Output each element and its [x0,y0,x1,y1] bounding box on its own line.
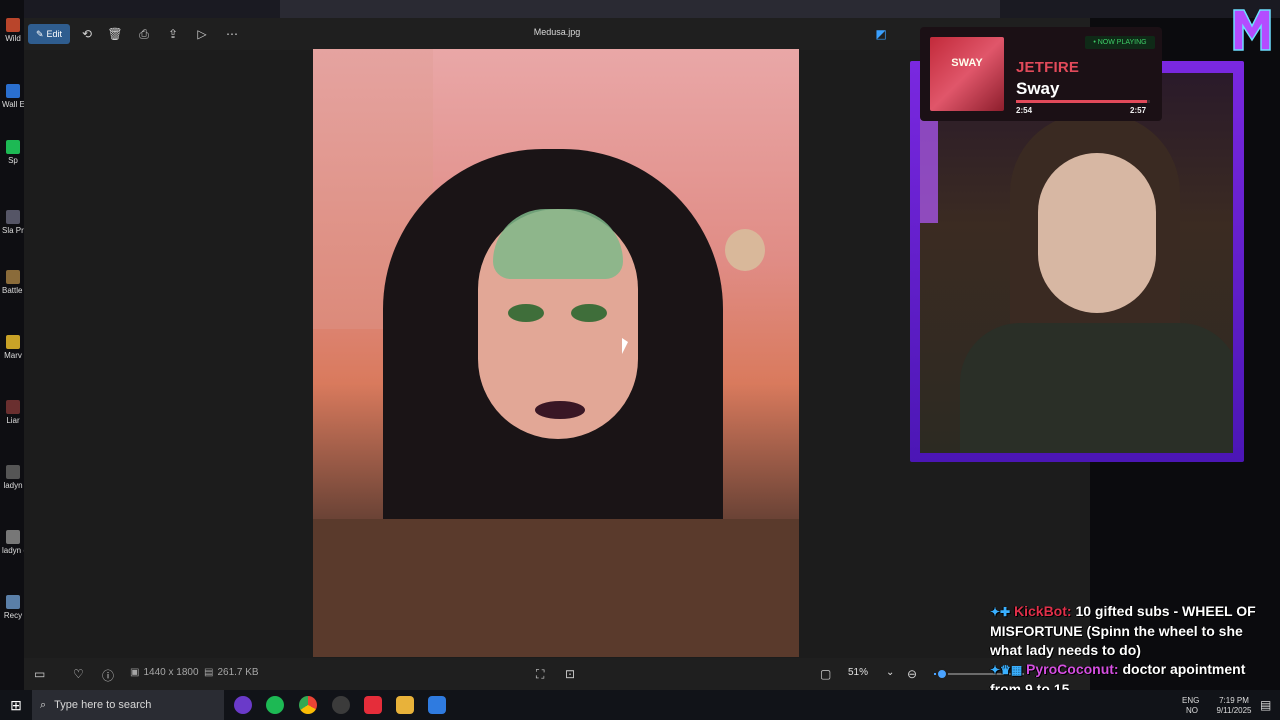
chat-username: PyroCoconut: [1026,661,1119,677]
desktop-shortcut-label: Marv [4,351,22,360]
webcam-face [1038,153,1156,313]
app-shortcut-icon [6,595,20,609]
app-shortcut-icon [6,18,20,32]
desktop-shortcut[interactable]: Marv [2,335,24,360]
desktop-shortcut[interactable]: Sla Prin [2,210,24,235]
app-shortcut-icon [6,84,20,98]
desktop-shortcut[interactable]: Liar [2,400,24,425]
track-time-total: 2:57 [1130,106,1147,115]
info-icon[interactable]: ⓘ [102,667,114,684]
desktop-shortcut[interactable]: Recy [2,595,24,620]
app-shortcut-icon [6,335,20,349]
viewer-footer: ▭ ♡ ⓘ ▣ 1440 x 1800 ▤ 261.7 KB ⛶ ⊡ ▢ 51%… [24,658,1090,690]
obs-icon[interactable] [332,696,350,714]
photos-app-icon[interactable] [428,696,446,714]
desktop-shortcut-label: ladyn (mp3 [2,546,24,555]
album-art: SWAY [930,37,1004,111]
webcam-body [960,323,1233,453]
app-shortcut-icon [6,400,20,414]
photo-canvas[interactable] [313,49,799,657]
chat-username: KickBot: [1014,603,1072,619]
file-size-info: ▤ 261.7 KB [204,667,259,678]
actual-size-icon[interactable]: ▢ [820,667,831,681]
zoom-level-text: 51% [848,667,869,678]
webcam-frame [910,61,1244,462]
dimensions-info: ▣ 1440 x 1800 [130,667,199,678]
app-shortcut-icon [6,140,20,154]
file-size-text: 261.7 KB [217,667,259,678]
region-indicator[interactable]: NO [1186,706,1198,715]
app-shortcut-icon [6,465,20,479]
photo-skull-decoration [725,229,765,271]
chrome-icon[interactable] [299,696,317,714]
track-time-current: 2:54 [1016,106,1033,115]
system-tray: ENG NO 7:19 PM 9/11/2025 ▤ [1110,690,1280,720]
desktop-icon-strip: Wild Wall Eng Sp Sla Prin Battle Ope Marv Liar… [0,0,24,690]
desktop-shortcut-label: Liar [6,416,20,425]
dimensions-text: 1440 x 1800 [143,667,199,678]
now-playing-badge: • NOW PLAYING [1085,36,1155,49]
chevron-down-icon: ⌄ [886,667,895,678]
desktop-shortcut[interactable]: Wild [2,18,24,43]
desktop-shortcut-label: Wild [5,34,21,43]
zoom-level-dropdown[interactable]: 51% ⌄ [848,667,894,678]
file-size-icon: ▤ [204,667,214,678]
copilot-icon[interactable] [234,696,252,714]
now-playing-widget: SWAY • NOW PLAYING JETFIRE Sway 2:54 2:5… [920,27,1162,121]
app-shortcut-icon [6,270,20,284]
album-art-text: SWAY [951,57,983,69]
webcam-neon-light [920,103,938,223]
track-artist: JETFIRE [1016,59,1080,76]
background-window [280,0,1000,18]
windows-logo-icon: ⊞ [10,696,22,713]
zoom-out-icon[interactable]: ⊖ [907,667,917,681]
photo-lips [535,401,585,419]
file-explorer-icon[interactable] [396,696,414,714]
desktop-shortcut[interactable]: Wall Eng [2,84,24,109]
track-title: Sway [1016,79,1060,98]
photo-eye-left [508,304,544,322]
clock-date[interactable]: 9/11/2025 [1210,706,1258,715]
chat-badge-icon: ✦✚ [990,605,1011,619]
app-red-icon[interactable] [364,696,382,714]
desktop-shortcut[interactable]: ladyn [2,465,24,490]
desktop-shortcut-label: Sp [8,156,18,165]
designer-icon[interactable]: ◩ [872,24,890,44]
search-placeholder: Type here to search [54,699,152,711]
desktop-shortcut-label: Recy [3,611,23,620]
mouse-cursor-icon [622,338,628,354]
zoom-slider-thumb[interactable] [936,668,948,680]
crop-icon[interactable]: ⊡ [565,667,575,681]
windows-taskbar: ⊞ ⌕ Type here to search ENG NO 7:19 PM 9… [0,690,1280,720]
filmstrip-icon[interactable]: ▭ [34,667,45,681]
chat-badge-icon: ✦♛▦ [990,663,1023,677]
desktop-shortcut[interactable]: ladyn (mp3 [2,530,24,555]
desktop-shortcut-label: ladyn [3,481,23,490]
app-shortcut-icon [6,210,20,224]
desktop-shortcut-label: Sla Prin [2,226,24,235]
taskbar-search[interactable]: ⌕ Type here to search [32,690,224,720]
language-indicator[interactable]: ENG [1182,696,1199,705]
desktop-shortcut-label: Wall Eng [2,100,24,109]
clock-time[interactable]: 7:19 PM [1214,696,1254,705]
webcam-feed [920,73,1233,453]
notification-icon[interactable]: ▤ [1260,698,1271,712]
desktop-shortcut[interactable]: Sp [2,140,24,165]
start-button[interactable]: ⊞ [0,690,32,720]
photo-shirt [313,519,799,657]
app-shortcut-icon [6,530,20,544]
track-progress-bar [1016,100,1150,103]
streamer-logo-icon [1233,9,1271,51]
track-progress-fill [1016,100,1148,103]
spotify-icon[interactable] [266,696,284,714]
fit-window-icon[interactable]: ⛶ [536,667,544,682]
desktop-shortcut-label: Battle Ope [2,286,24,295]
heart-icon[interactable]: ♡ [73,667,84,681]
desktop-shortcut[interactable]: Battle Ope [2,270,24,295]
chat-overlay: ✦✚ KickBot: 10 gifted subs - WHEEL OF MI… [990,602,1272,697]
photo-eye-right [571,304,607,322]
chat-message: ✦✚ KickBot: 10 gifted subs - WHEEL OF MI… [990,602,1272,660]
search-icon: ⌕ [40,698,47,711]
image-size-icon: ▣ [130,667,140,678]
